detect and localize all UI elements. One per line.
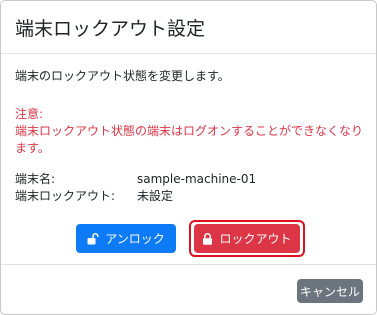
lockout-button-label: ロックアウト <box>219 232 292 246</box>
machine-name-row: 端末名: sample-machine-01 <box>15 171 256 187</box>
machine-name-label: 端末名: <box>15 172 56 186</box>
dialog-title: 端末ロックアウト設定 <box>15 17 206 40</box>
description-text: 端末のロックアウト状態を変更します。 <box>15 69 230 83</box>
lockout-status-label: 端末ロックアウト: <box>15 189 116 203</box>
warning-title: 注意: <box>15 107 44 121</box>
lockout-status-value: 未設定 <box>137 189 174 203</box>
dialog-body: 端末のロックアウト状態を変更します。 注意: 端末ロックアウト状態の端末はログオ… <box>1 54 376 264</box>
unlock-button[interactable]: アンロック <box>76 224 176 253</box>
lockout-settings-dialog: 端末ロックアウト設定 端末のロックアウト状態を変更します。 注意: 端末ロックア… <box>0 0 377 315</box>
lockout-button[interactable]: ロックアウト <box>194 224 300 253</box>
dialog-footer: キャンセル <box>1 264 376 315</box>
warning-text: 端末ロックアウト状態の端末はログオンすることができなくなります。 <box>15 124 364 155</box>
unlock-icon <box>87 232 99 244</box>
lock-icon <box>203 232 213 245</box>
warning-message: 注意: 端末ロックアウト状態の端末はログオンすることができなくなります。 <box>15 106 367 157</box>
machine-name-value: sample-machine-01 <box>137 172 257 186</box>
lockout-button-focus-ring: ロックアウト <box>189 220 305 257</box>
dialog-header: 端末ロックアウト設定 <box>1 1 376 54</box>
lockout-status-row: 端末ロックアウト: 未設定 <box>15 188 173 204</box>
unlock-button-label: アンロック <box>105 232 165 246</box>
cancel-button[interactable]: キャンセル <box>297 279 363 303</box>
